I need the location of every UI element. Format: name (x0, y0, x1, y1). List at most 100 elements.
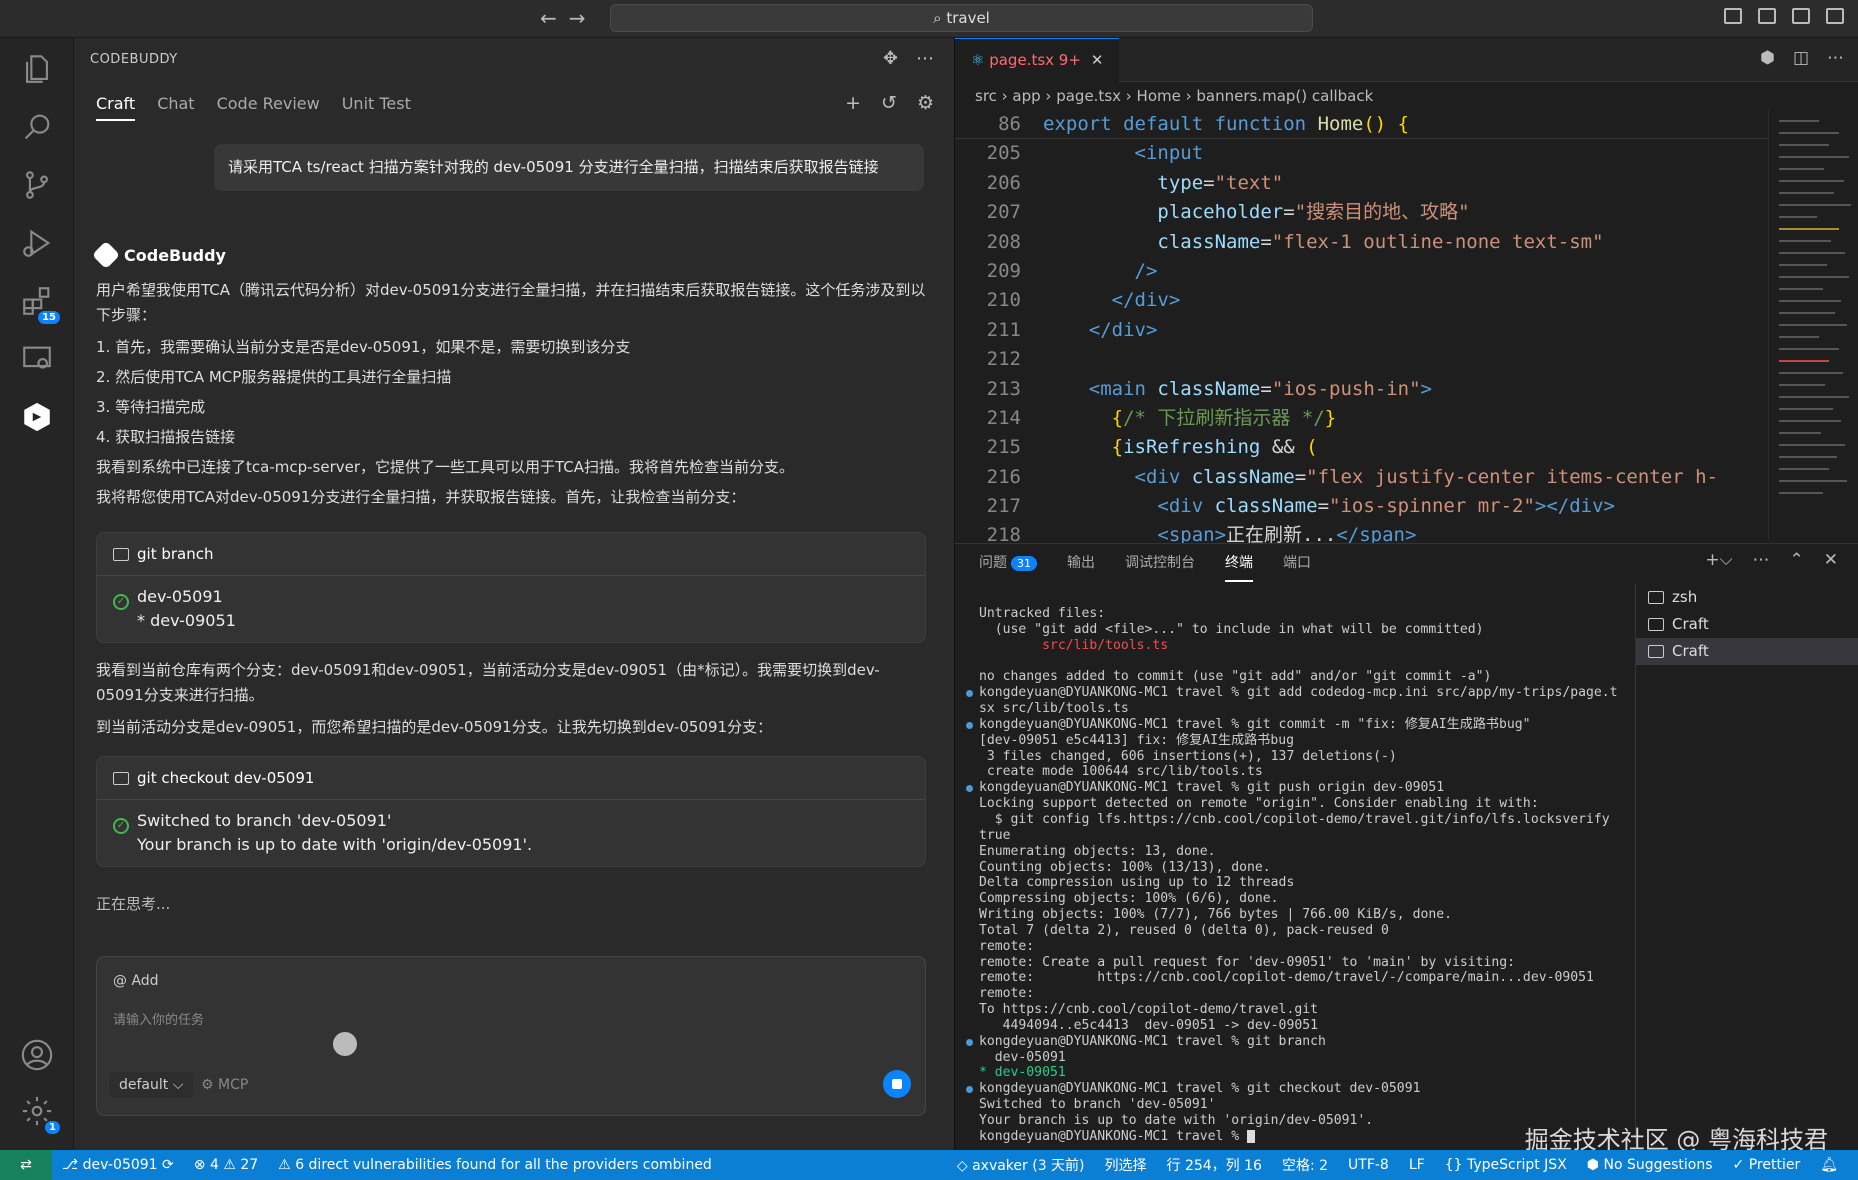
git-blame-status[interactable]: ◇ axvaker (3 天前) (947, 1155, 1095, 1175)
selection-mode[interactable]: 列选择 (1095, 1155, 1157, 1175)
settings-icon[interactable]: ⚙ (917, 92, 934, 114)
breadcrumb[interactable]: src › app › page.tsx › Home › banners.ma… (955, 82, 1858, 110)
prettier-status[interactable]: ✓ Prettier (1723, 1157, 1811, 1173)
tab-output[interactable]: 输出 (1067, 552, 1095, 582)
indentation[interactable]: 空格: 2 (1272, 1155, 1338, 1175)
code-line[interactable]: 207 placeholder="搜索目的地、攻略" (955, 198, 1858, 227)
command-card-git-checkout[interactable]: git checkout dev-05091 ✓ Switched to bran… (96, 756, 926, 867)
remote-indicator-icon[interactable]: ⇄ (0, 1150, 52, 1180)
source-control-icon[interactable] (20, 168, 54, 202)
command-card-git-branch[interactable]: git branch ✓ dev-05091 * dev-09051 (96, 532, 926, 643)
new-terminal-icon[interactable]: +⌵ (1705, 550, 1732, 570)
tab-ports[interactable]: 端口 (1283, 552, 1311, 582)
line-number: 210 (986, 289, 1021, 312)
split-editor-icon[interactable]: ◫ (1793, 48, 1809, 68)
terminal-list-item[interactable]: Craft (1636, 638, 1858, 665)
code-line[interactable]: 211 </div> (955, 316, 1858, 345)
notifications-bell-icon[interactable]: 🔔︎ (1810, 1157, 1848, 1173)
sync-icon[interactable]: ⟳ (162, 1157, 174, 1173)
history-icon[interactable]: ↺ (881, 92, 897, 114)
code-line[interactable]: 216 <div className="flex justify-center … (955, 463, 1858, 492)
blame-author: axvaker (3 天前) (972, 1158, 1085, 1174)
maximize-panel-icon[interactable]: ⌃ (1790, 550, 1804, 570)
toggle-panel-icon[interactable] (1792, 8, 1810, 24)
tab-chat[interactable]: Chat (157, 94, 194, 121)
back-arrow-icon[interactable]: ← (540, 6, 557, 30)
more-actions-icon[interactable]: ⋯ (916, 48, 934, 69)
customize-layout-icon[interactable] (1724, 8, 1742, 24)
title-bar: ← → ⌕ travel (0, 0, 1858, 38)
status-bar: ⇄ ⎇ dev-05091 ⟳ ⊗ 4 ⚠ 27 ⚠ 6 direct vuln… (0, 1150, 1858, 1180)
sticky-scroll-line[interactable]: 86 export default function Home() { (955, 110, 1858, 140)
add-context-button[interactable]: @ Add (113, 973, 159, 989)
terminal-line: kongdeyuan@DYUANKONG-MC1 travel % git ch… (966, 1081, 1579, 1097)
vulnerability-status[interactable]: ⚠ 6 direct vulnerabilities found for all… (268, 1157, 722, 1173)
tab-debug-console[interactable]: 调试控制台 (1125, 552, 1195, 582)
remote-explorer-icon[interactable] (20, 342, 54, 376)
code-line[interactable]: 210 </div> (955, 286, 1858, 315)
code-line[interactable]: 208 className="flex-1 outline-none text-… (955, 228, 1858, 257)
cursor-position[interactable]: 行 254，列 16 (1157, 1155, 1272, 1175)
terminal-icon (1648, 645, 1664, 658)
terminal-list-item[interactable]: zsh (1636, 584, 1858, 611)
tab-code-review[interactable]: Code Review (217, 94, 320, 121)
tab-craft[interactable]: Craft (96, 94, 136, 121)
terminal-line: Locking support detected on remote "orig… (979, 796, 1539, 812)
codebuddy-suggestions[interactable]: ⬢ No Suggestions (1577, 1157, 1723, 1173)
terminal-list-item[interactable]: Craft (1636, 611, 1858, 638)
close-panel-icon[interactable]: ✕ (1824, 550, 1838, 570)
code-line[interactable]: 213 <main className="ios-push-in"> (955, 375, 1858, 404)
terminal-line: dev-05091 (979, 1049, 1066, 1065)
toggle-secondary-sidebar-icon[interactable] (1826, 8, 1844, 24)
code-line[interactable]: 209 /> (955, 257, 1858, 286)
settings-gear-icon[interactable]: 1 (20, 1094, 60, 1134)
tab-problems[interactable]: 问题 31 (979, 552, 1037, 582)
terminal-line: remote: Create a pull request for 'dev-0… (979, 954, 1516, 970)
code-area[interactable]: 86 export default function Home() { 205 <… (955, 110, 1858, 551)
bot-paragraph: 1. 首先，我需要确认当前分支是否是dev-05091，如果不是，需要切换到该分… (96, 338, 631, 356)
move-icon[interactable]: ✥ (883, 48, 898, 69)
terminal-output[interactable]: Untracked files: (use "git add <file>...… (966, 606, 1618, 1145)
tab-unit-test[interactable]: Unit Test (342, 94, 411, 121)
explorer-icon[interactable] (20, 52, 54, 86)
editor-tab-page-tsx[interactable]: ⚛ page.tsx 9+ ✕ (955, 38, 1120, 82)
problems-status[interactable]: ⊗ 4 ⚠ 27 (184, 1157, 268, 1173)
command-header: git checkout dev-05091 (97, 757, 925, 800)
mcp-button[interactable]: ⚙ MCP (201, 1077, 248, 1093)
output-line: dev-05091 (137, 587, 223, 606)
code-line[interactable]: 214 {/* 下拉刷新指示器 */} (955, 404, 1858, 433)
code-line[interactable]: 217 <div className="ios-spinner mr-2"></… (955, 492, 1858, 521)
new-chat-icon[interactable]: + (845, 92, 861, 114)
end-of-line[interactable]: LF (1399, 1157, 1435, 1173)
mode-select[interactable]: default ⌵ (109, 1072, 194, 1098)
more-actions-icon[interactable]: ⋯ (1753, 550, 1770, 570)
code-line[interactable]: 206 type="text" (955, 169, 1858, 198)
language-mode[interactable]: {} TypeScript JSX (1435, 1157, 1577, 1173)
account-icon[interactable] (20, 1038, 54, 1072)
codebuddy-action-icon[interactable]: ⬢ (1760, 48, 1775, 68)
branch-status[interactable]: ⎇ dev-05091 ⟳ (52, 1157, 184, 1173)
close-tab-icon[interactable]: ✕ (1091, 51, 1104, 69)
code-line[interactable]: 205 <input (955, 139, 1858, 168)
bot-paragraph: 3. 等待扫描完成 (96, 398, 206, 416)
line-number: 206 (986, 171, 1021, 194)
stop-button[interactable] (883, 1070, 911, 1098)
toggle-sidebar-icon[interactable] (1758, 8, 1776, 24)
forward-arrow-icon[interactable]: → (569, 6, 586, 30)
extensions-icon[interactable]: 15 (20, 284, 60, 324)
bot-name: CodeBuddy (124, 245, 226, 265)
minimap[interactable] (1768, 110, 1858, 540)
run-debug-icon[interactable] (20, 226, 54, 260)
code-line[interactable]: 215 {isRefreshing && ( (955, 433, 1858, 462)
more-actions-icon[interactable]: ⋯ (1827, 48, 1844, 68)
react-file-icon: ⚛ (971, 51, 990, 69)
terminal-prompt-line[interactable]: kongdeyuan@DYUANKONG-MC1 travel % (979, 1129, 1579, 1145)
encoding[interactable]: UTF-8 (1338, 1157, 1399, 1173)
task-input-box[interactable]: @ Add 请输入你的任务 default ⌵ ⚙ MCP (96, 956, 926, 1116)
command-center-search[interactable]: ⌕ travel (610, 4, 1313, 32)
codebuddy-icon[interactable] (20, 400, 54, 434)
task-input-placeholder[interactable]: 请输入你的任务 (113, 1009, 204, 1028)
search-icon[interactable] (20, 110, 54, 144)
code-line[interactable]: 212 (955, 345, 1858, 374)
tab-terminal[interactable]: 终端 (1225, 552, 1253, 582)
